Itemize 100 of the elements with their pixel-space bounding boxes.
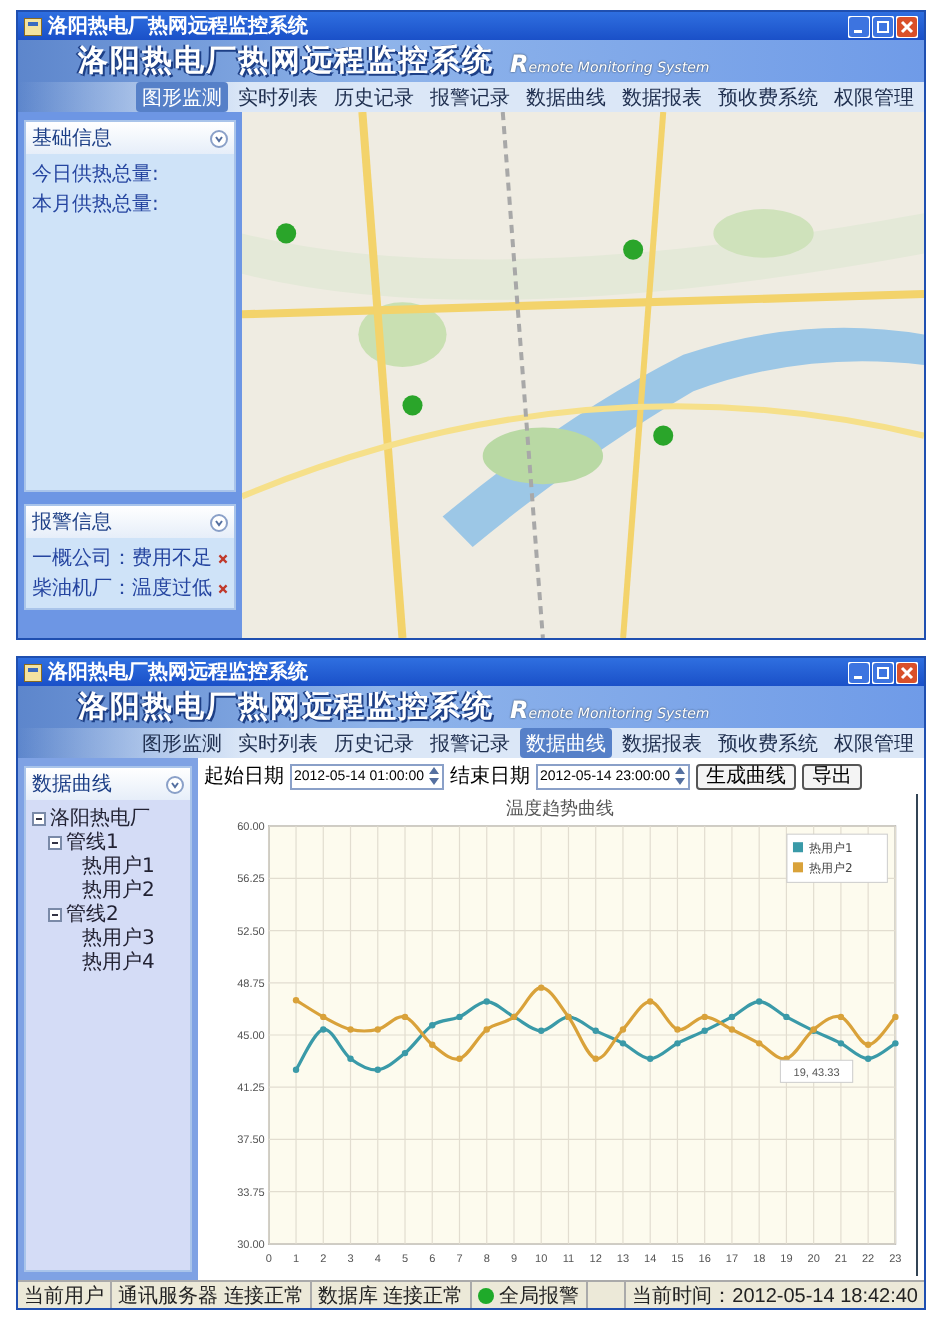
nav-tab[interactable]: 图形监测 — [136, 728, 228, 758]
data-point — [538, 1027, 545, 1035]
collapse-icon[interactable] — [32, 811, 46, 825]
app-heading: 洛阳热电厂热网远程监控系统 — [78, 688, 494, 726]
spinner-icon[interactable] — [674, 766, 686, 786]
nav-tab[interactable]: 权限管理 — [828, 728, 920, 758]
close-icon[interactable] — [896, 15, 918, 37]
field-label: 结束日期 — [450, 763, 530, 790]
nav-tab[interactable]: 数据报表 — [616, 82, 708, 112]
data-point — [347, 1055, 354, 1062]
minimize-icon[interactable] — [848, 15, 870, 37]
field-label: 起始日期 — [204, 763, 284, 790]
data-point — [837, 1040, 845, 1047]
info-text: 今日供热总量: — [32, 161, 161, 188]
app-subtitle: Remote Monitoring System — [510, 50, 710, 78]
nav-tab[interactable]: 图形监测 — [136, 82, 228, 112]
nav-tab[interactable]: 数据报表 — [616, 728, 708, 758]
data-point — [728, 1026, 736, 1033]
data-point — [401, 1013, 409, 1021]
nav-tab[interactable]: 实时列表 — [232, 728, 324, 758]
nav-tab[interactable]: 报警记录 — [424, 82, 516, 112]
window-title: 洛阳热电厂热网远程监控系统 — [48, 13, 310, 40]
data-point — [892, 1040, 899, 1047]
data-point — [401, 1049, 409, 1057]
data-point — [837, 1013, 845, 1021]
maximize-icon[interactable] — [872, 661, 894, 683]
nav-tab[interactable]: 权限管理 — [828, 82, 920, 112]
app-subtitle: Remote Monitoring System — [510, 696, 710, 724]
cross-icon[interactable] — [218, 551, 228, 565]
tree-item[interactable]: 热用户3 — [82, 924, 155, 952]
data-point — [429, 1022, 436, 1029]
panel-title: 数据曲线 — [32, 771, 112, 798]
tree-item[interactable]: 管线2 — [66, 900, 119, 928]
data-point — [755, 1040, 763, 1047]
window-title: 洛阳热电厂热网远程监控系统 — [48, 659, 310, 686]
collapse-icon[interactable] — [48, 835, 62, 849]
status-text: 全局报警 — [499, 1283, 580, 1309]
app-icon — [24, 17, 42, 35]
data-point — [320, 1013, 327, 1021]
data-point — [592, 1055, 599, 1062]
panel-title: 报警信息 — [32, 509, 112, 536]
nav-tab[interactable]: 实时列表 — [232, 82, 324, 112]
data-point — [647, 1055, 654, 1062]
chart-title: 温度趋势曲线 — [506, 800, 614, 821]
tree-item[interactable]: 热用户1 — [82, 852, 155, 880]
data-point — [483, 998, 490, 1005]
status-text: 通讯服务器 连接正常 — [118, 1283, 304, 1309]
data-point — [483, 1026, 490, 1033]
data-point — [783, 1013, 790, 1021]
nav-tab[interactable]: 数据曲线 — [520, 82, 612, 112]
status-text: 数据库 连接正常 — [317, 1283, 464, 1309]
nav-tab[interactable]: 预收费系统 — [712, 728, 824, 758]
maximize-icon[interactable] — [872, 15, 894, 37]
close-icon[interactable] — [896, 661, 918, 683]
nav-tab[interactable]: 历史记录 — [328, 82, 420, 112]
tree-item[interactable]: 热用户4 — [82, 948, 155, 976]
cross-icon[interactable] — [218, 581, 228, 595]
data-point — [728, 1013, 736, 1021]
nav-tab[interactable]: 数据曲线 — [520, 728, 612, 758]
action-button[interactable]: 导出 — [802, 763, 862, 789]
nav-tab[interactable]: 历史记录 — [328, 728, 420, 758]
data-point — [456, 1055, 463, 1062]
status-text: 当前时间：2012-05-14 18:42:40 — [632, 1283, 918, 1309]
alert-text: 柴油机厂：温度过低 — [32, 575, 212, 602]
tree-item[interactable]: 热用户2 — [82, 876, 155, 904]
data-point — [674, 1026, 681, 1033]
data-point — [701, 1027, 708, 1035]
app-heading: 洛阳热电厂热网远程监控系统 — [78, 42, 494, 80]
data-point — [456, 1013, 463, 1021]
data-point — [647, 998, 654, 1005]
data-point — [864, 1041, 872, 1048]
data-point — [892, 1013, 899, 1021]
data-point — [755, 998, 763, 1005]
data-point — [810, 1026, 817, 1033]
collapse-icon[interactable] — [48, 907, 62, 921]
data-point — [619, 1026, 627, 1033]
nav-tab[interactable]: 报警记录 — [424, 728, 516, 758]
data-point — [674, 1040, 681, 1047]
data-point — [292, 1066, 300, 1073]
data-point — [374, 1066, 381, 1073]
nav-tab[interactable]: 预收费系统 — [712, 82, 824, 112]
spinner-icon[interactable] — [428, 766, 440, 786]
action-button[interactable]: 生成曲线 — [696, 763, 796, 789]
tree-item[interactable]: 管线1 — [66, 828, 119, 856]
alert-text: 一概公司：费用不足 — [32, 545, 212, 572]
data-point — [374, 1026, 381, 1033]
status-text: 当前用户 — [24, 1283, 104, 1309]
data-point — [292, 997, 300, 1004]
minimize-icon[interactable] — [848, 661, 870, 683]
data-point — [864, 1055, 872, 1062]
data-point — [538, 984, 545, 991]
data-point — [619, 1040, 627, 1047]
data-point — [320, 1026, 327, 1033]
tree-item[interactable]: 洛阳热电厂 — [50, 804, 150, 832]
data-point — [592, 1027, 599, 1035]
data-point — [429, 1041, 436, 1048]
data-point — [347, 1026, 354, 1033]
info-text: 本月供热总量: — [32, 191, 161, 218]
panel-title: 基础信息 — [32, 125, 112, 152]
legend-background — [786, 833, 888, 883]
